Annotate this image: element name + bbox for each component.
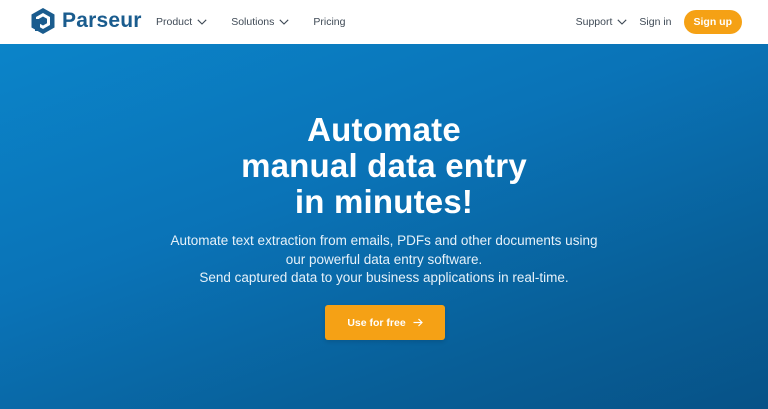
nav-pricing[interactable]: Pricing (313, 15, 345, 29)
nav-signin-label: Sign in (639, 16, 672, 28)
nav-product[interactable]: Product (156, 15, 207, 29)
nav-pricing-label: Pricing (313, 16, 346, 28)
parseur-logo-icon (31, 8, 55, 34)
top-navbar: Parseur Product Solutions Pricing Suppor… (0, 0, 768, 44)
chevron-down-icon (279, 19, 289, 25)
nav-solutions[interactable]: Solutions (231, 15, 289, 29)
nav-solutions-label: Solutions (231, 16, 275, 28)
hero-title-line-1: Automate (307, 111, 461, 148)
hero-subtitle-line-1: Automate text extraction from emails, PD… (170, 233, 598, 248)
secondary-nav: Support Sign in Sign up (576, 0, 742, 44)
primary-nav: Product Solutions Pricing (156, 0, 370, 44)
chevron-down-icon (617, 19, 627, 25)
nav-support-label: Support (575, 16, 613, 28)
brand-name: Parseur (62, 9, 142, 32)
nav-signin[interactable]: Sign in (639, 15, 671, 29)
use-for-free-button[interactable]: Use for free (325, 305, 445, 340)
cta-label: Use for free (347, 316, 406, 329)
hero-subtitle-line-3: Send captured data to your business appl… (199, 270, 569, 285)
nav-support[interactable]: Support (576, 15, 628, 29)
signup-button[interactable]: Sign up (683, 10, 742, 34)
hero-title: Automate manual data entry in minutes! (0, 112, 768, 220)
brand-logo[interactable]: Parseur (30, 7, 142, 35)
hero-title-line-3: in minutes! (294, 183, 474, 220)
hero-subtitle-line-2: our powerful data entry software. (285, 251, 483, 267)
hero-section: Automate manual data entry in minutes! A… (0, 44, 768, 409)
hero-title-line-2: manual data entry (241, 147, 527, 184)
nav-product-label: Product (156, 16, 193, 28)
arrow-right-icon (413, 318, 423, 327)
hero-subtitle: Automate text extraction from emails, PD… (0, 232, 768, 288)
chevron-down-icon (197, 19, 207, 25)
